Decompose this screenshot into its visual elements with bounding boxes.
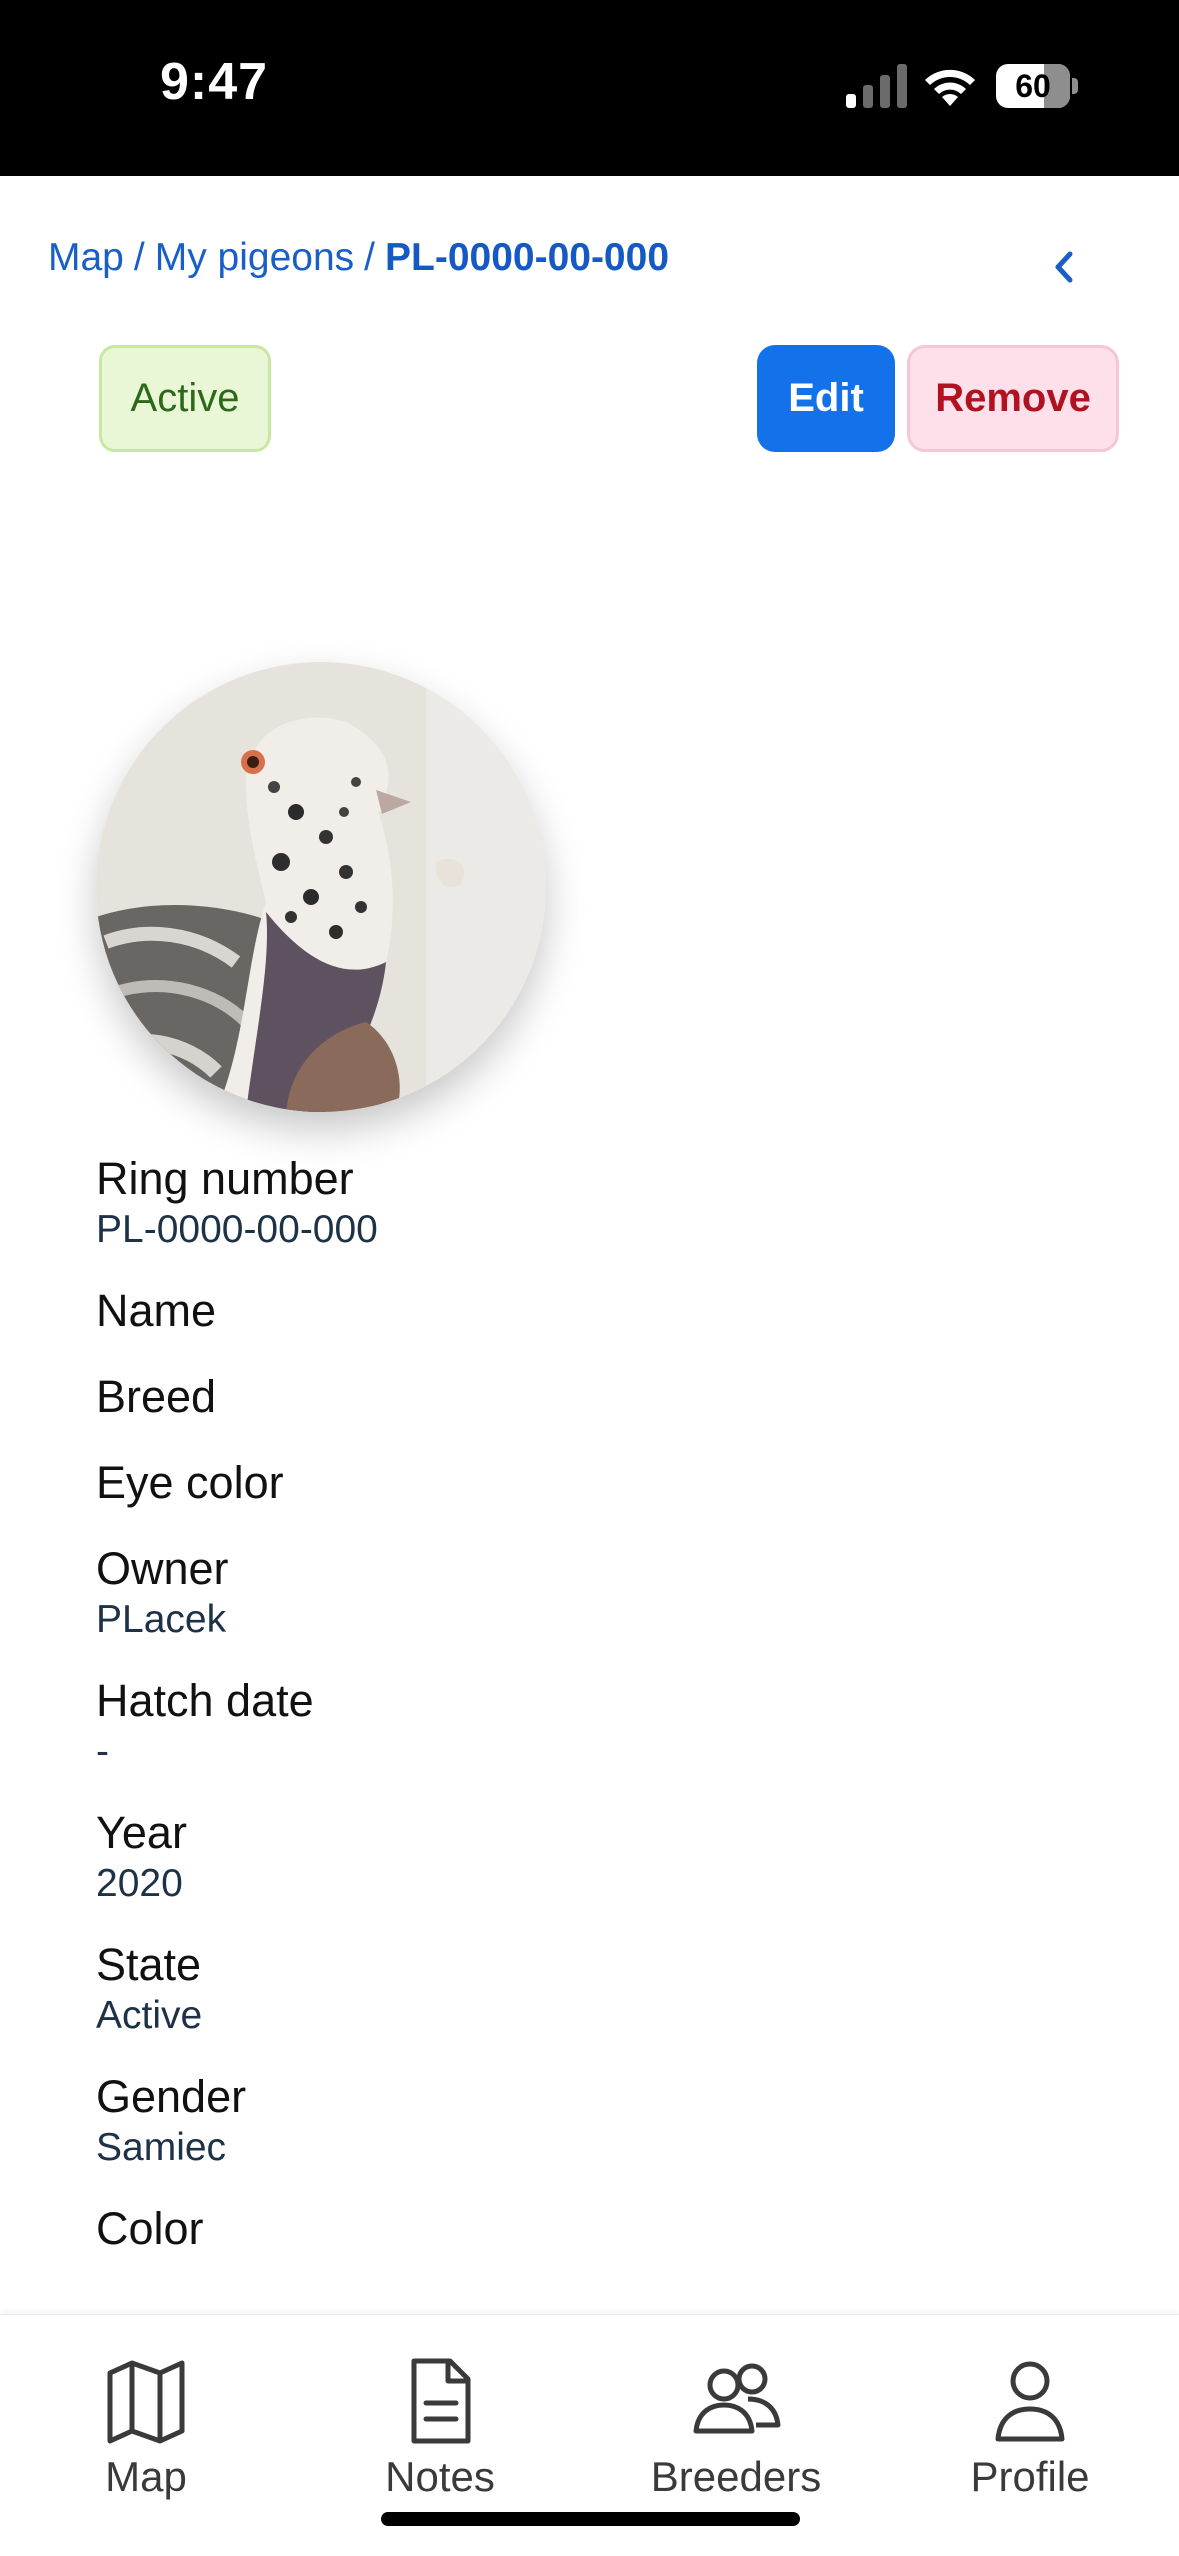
nav-label: Map bbox=[105, 2453, 187, 2500]
battery-percentage: 60 bbox=[1015, 68, 1051, 104]
field-ring-number: Ring number PL-0000-00-000 bbox=[96, 1150, 1096, 1254]
status-time: 9:47 bbox=[160, 53, 269, 111]
field-label: Year bbox=[96, 1807, 187, 1858]
field-label: Hatch date bbox=[96, 1675, 314, 1726]
pigeon-details: Ring number PL-0000-00-000 Name Breed Ey… bbox=[96, 1150, 1096, 2286]
breadcrumb-current: PL-0000-00-000 bbox=[385, 236, 670, 279]
nav-label: Notes bbox=[385, 2453, 495, 2500]
field-label: Owner bbox=[96, 1543, 229, 1594]
map-icon bbox=[107, 2360, 185, 2444]
field-value: PLacek bbox=[96, 1598, 227, 1641]
field-value: PL-0000-00-000 bbox=[96, 1208, 378, 1251]
pigeon-avatar bbox=[96, 662, 546, 1112]
breadcrumb-my-pigeons-link[interactable]: My pigeons bbox=[155, 236, 354, 279]
users-icon bbox=[693, 2363, 781, 2434]
field-label: Breed bbox=[96, 1371, 217, 1422]
pigeon-photo-icon bbox=[96, 662, 546, 1112]
field-value: Active bbox=[96, 1994, 203, 2037]
field-label: Name bbox=[96, 1285, 217, 1336]
document-icon bbox=[411, 2358, 471, 2444]
nav-item-profile[interactable]: Profile bbox=[900, 2355, 1160, 2501]
field-eye-color: Eye color bbox=[96, 1454, 1096, 1512]
field-value: - bbox=[96, 1730, 109, 1773]
field-breed: Breed bbox=[96, 1368, 1096, 1426]
nav-label: Profile bbox=[970, 2453, 1090, 2500]
chevron-left-icon[interactable] bbox=[1046, 246, 1082, 288]
breadcrumb-map-link[interactable]: Map bbox=[48, 236, 124, 279]
field-color: Color bbox=[96, 2200, 1096, 2258]
edit-button[interactable]: Edit bbox=[757, 345, 895, 452]
field-value: Samiec bbox=[96, 2126, 227, 2169]
status-badge: Active bbox=[99, 345, 271, 452]
wifi-icon bbox=[925, 69, 975, 106]
field-name: Name bbox=[96, 1282, 1096, 1340]
breadcrumb-separator: / bbox=[364, 236, 375, 279]
field-owner: Owner PLacek bbox=[96, 1540, 1096, 1644]
user-icon bbox=[995, 2361, 1065, 2442]
field-year: Year 2020 bbox=[96, 1804, 1096, 1908]
field-state: State Active bbox=[96, 1936, 1096, 2040]
status-bar: 9:47 60 bbox=[0, 0, 1179, 176]
field-label: Ring number bbox=[96, 1153, 354, 1204]
field-label: State bbox=[96, 1939, 202, 1990]
nav-item-notes[interactable]: Notes bbox=[310, 2355, 570, 2501]
field-label: Gender bbox=[96, 2071, 247, 2122]
breadcrumb: Map / My pigeons / PL-0000-00-000 bbox=[48, 236, 669, 280]
remove-button[interactable]: Remove bbox=[907, 345, 1119, 452]
nav-item-map[interactable]: Map bbox=[16, 2355, 276, 2501]
breadcrumb-separator: / bbox=[133, 236, 145, 279]
battery-icon: 60 bbox=[996, 64, 1078, 108]
field-label: Color bbox=[96, 2203, 204, 2254]
home-indicator bbox=[381, 2512, 800, 2526]
field-gender: Gender Samiec bbox=[96, 2068, 1096, 2172]
nav-item-breeders[interactable]: Breeders bbox=[606, 2355, 866, 2501]
field-value: 2020 bbox=[96, 1862, 183, 1905]
field-label: Eye color bbox=[96, 1457, 284, 1508]
field-hatch-date: Hatch date - bbox=[96, 1672, 1096, 1776]
nav-label: Breeders bbox=[650, 2453, 822, 2500]
cellular-signal-icon bbox=[846, 64, 907, 108]
